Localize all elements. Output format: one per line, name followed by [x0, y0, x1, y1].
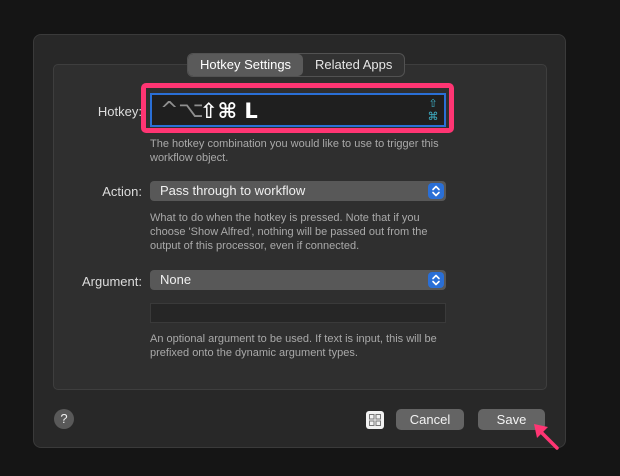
screenshot: Hotkey Settings Related Apps Hotkey: ^⌥ …: [0, 0, 620, 476]
cancel-button[interactable]: Cancel: [396, 409, 464, 430]
tab-bar: Hotkey Settings Related Apps: [187, 53, 406, 77]
action-label: Action:: [102, 184, 142, 199]
argument-select-value: None: [160, 272, 192, 287]
action-select-value: Pass through to workflow: [160, 183, 306, 198]
help-button[interactable]: ?: [54, 409, 74, 429]
hotkey-label: Hotkey:: [97, 104, 142, 119]
action-select[interactable]: Pass through to workflow: [150, 181, 446, 201]
grid-icon[interactable]: [366, 411, 384, 429]
pointer-arrow-icon: [534, 424, 559, 450]
tab-hotkey-settings[interactable]: Hotkey Settings: [188, 54, 304, 76]
updown-chevron-icon: [428, 272, 444, 288]
argument-label: Argument:: [82, 274, 142, 289]
hotkey-help-text: The hotkey combination you would like to…: [150, 138, 439, 164]
argument-select[interactable]: None: [150, 270, 446, 290]
updown-chevron-icon: [428, 183, 444, 199]
argument-help-text: An optional argument to be used. If text…: [150, 333, 437, 359]
action-help-text: What to do when the hotkey is pressed. N…: [150, 212, 428, 252]
argument-text-input[interactable]: [150, 303, 446, 323]
tab-related-apps[interactable]: Related Apps: [303, 54, 404, 76]
hotkey-highlight-box: [141, 83, 454, 133]
